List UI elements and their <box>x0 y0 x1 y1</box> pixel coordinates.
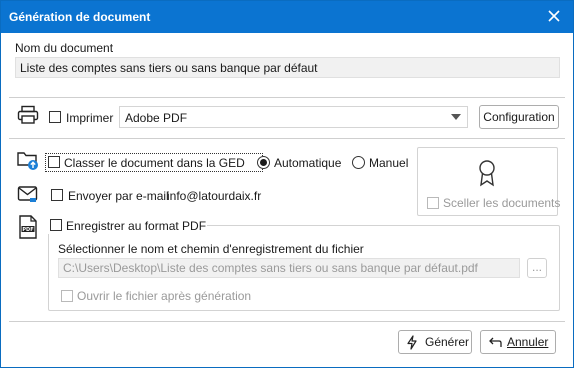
print-checkbox[interactable] <box>49 111 61 123</box>
generation-dialog: Génération de document Nom du document L… <box>0 0 574 368</box>
radio-automatic[interactable] <box>257 156 270 169</box>
open-after-label: Ouvrir le fichier après génération <box>77 289 252 303</box>
configuration-button[interactable]: Configuration <box>479 105 559 129</box>
browse-button[interactable]: ... <box>527 258 547 278</box>
seal-checkbox-label: Sceller les documents <box>443 196 561 210</box>
pdf-checkbox[interactable] <box>50 219 62 231</box>
radio-manual[interactable] <box>352 156 365 169</box>
email-icon <box>17 186 38 202</box>
print-checkbox-label: Imprimer <box>66 111 114 125</box>
generate-button[interactable]: Générer <box>398 330 472 354</box>
folder-upload-icon <box>17 152 38 170</box>
undo-arrow-icon <box>489 337 502 347</box>
open-after-checkbox[interactable] <box>61 290 73 302</box>
seal-checkbox[interactable] <box>427 197 439 209</box>
printer-select-value: Adobe PDF <box>125 111 188 125</box>
title-bar: Génération de document <box>1 1 573 33</box>
printer-select[interactable]: Adobe PDF <box>119 106 468 128</box>
pdf-path-label: Sélectionner le nom et chemin d'enregist… <box>58 242 364 256</box>
radio-manual-label: Manuel <box>369 156 409 170</box>
document-name-field[interactable]: Liste des comptes sans tiers ou sans ban… <box>15 57 560 78</box>
pdf-checkbox-label: Enregistrer au format PDF <box>66 219 207 233</box>
separator <box>9 138 565 139</box>
chevron-down-icon <box>451 114 461 120</box>
cancel-label: Annuler <box>507 335 549 349</box>
ged-checkbox[interactable] <box>48 156 60 168</box>
svg-text:PDF: PDF <box>22 227 33 233</box>
dialog-title: Génération de document <box>9 10 151 24</box>
radio-automatic-label: Automatique <box>274 156 342 170</box>
email-checkbox-label: Envoyer par e-mail <box>68 189 169 203</box>
pdf-file-icon: PDF <box>19 215 37 239</box>
pdf-path-field[interactable]: C:\Users\Desktop\Liste des comptes sans … <box>58 258 520 278</box>
cancel-button[interactable]: Annuler <box>480 330 556 354</box>
seal-panel: Sceller les documents <box>417 147 561 216</box>
document-name-label: Nom du document <box>15 41 114 55</box>
pdf-group-legend: Enregistrer au format PDF <box>47 216 207 234</box>
seal-ribbon-icon <box>479 160 495 187</box>
separator <box>9 97 565 98</box>
ged-checkbox-label: Classer le document dans la GED <box>64 156 245 170</box>
email-checkbox[interactable] <box>51 189 63 201</box>
separator <box>9 321 565 322</box>
lightning-icon <box>407 335 417 350</box>
printer-icon <box>17 105 39 124</box>
close-icon[interactable] <box>547 9 561 23</box>
email-address: info@latourdaix.fr <box>167 189 262 203</box>
generate-label: Générer <box>425 335 470 349</box>
